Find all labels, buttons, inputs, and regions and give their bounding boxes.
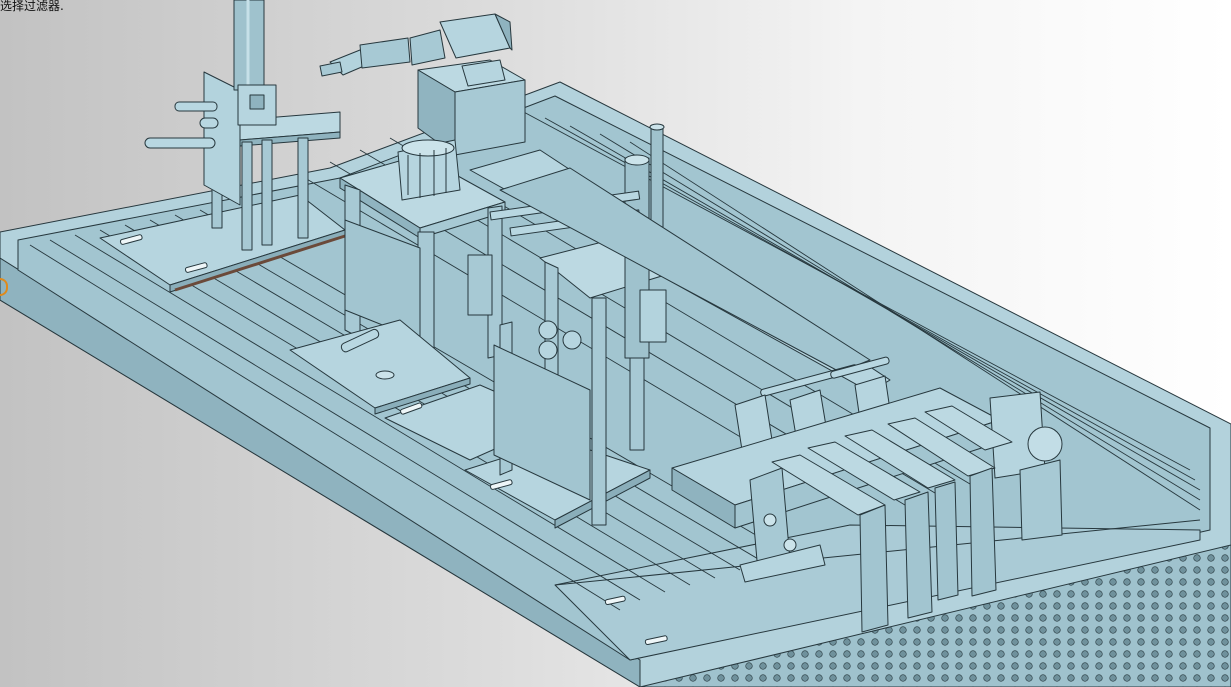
conveyor-roller xyxy=(1027,426,1063,462)
base-tray[interactable] xyxy=(0,81,1231,687)
assembly-model[interactable] xyxy=(0,0,1231,687)
rod xyxy=(174,101,218,112)
rod xyxy=(199,117,219,129)
cad-3d-viewport[interactable]: 选择过滤器. xyxy=(0,0,1231,687)
cylinder-rod-body xyxy=(359,37,411,69)
rod xyxy=(144,137,216,149)
